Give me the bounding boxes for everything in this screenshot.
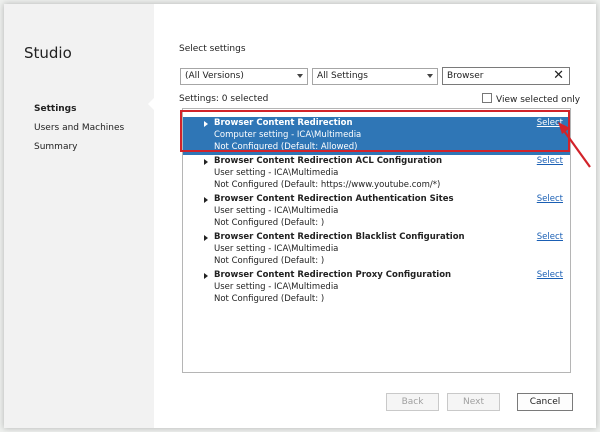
- setting-status: Not Configured (Default: https://www.you…: [214, 180, 441, 190]
- select-link[interactable]: Select: [537, 194, 563, 204]
- setting-status: Not Configured (Default: ): [214, 294, 325, 304]
- clear-icon[interactable]: ✕: [553, 68, 564, 83]
- version-dropdown-value: (All Versions): [185, 71, 244, 81]
- cancel-button[interactable]: Cancel: [517, 393, 573, 411]
- view-selected-checkbox[interactable]: [482, 93, 492, 103]
- setting-path: User setting - ICA\Multimedia: [214, 244, 339, 254]
- setting-name: Browser Content Redirection ACL Configur…: [214, 156, 443, 166]
- sidebar-item-users-and-machines[interactable]: Users and Machines: [34, 123, 124, 133]
- sidebar-item-settings[interactable]: Settings: [34, 104, 76, 114]
- setting-row[interactable]: Browser Content Redirection Proxy Config…: [183, 269, 570, 307]
- page-heading: Select settings: [179, 44, 246, 54]
- category-dropdown[interactable]: All Settings: [312, 68, 438, 85]
- setting-name: Browser Content Redirection Proxy Config…: [214, 270, 452, 280]
- expand-triangle-icon[interactable]: [204, 197, 208, 203]
- select-link[interactable]: Select: [537, 232, 563, 242]
- setting-path: User setting - ICA\Multimedia: [214, 206, 339, 216]
- app-title: Studio: [24, 44, 72, 62]
- setting-status: Not Configured (Default: ): [214, 256, 325, 266]
- sidebar: Studio Settings Users and Machines Summa…: [4, 4, 155, 428]
- setting-row[interactable]: Browser Content Redirection Authenticati…: [183, 193, 570, 231]
- annotation-highlight-box: [180, 110, 570, 152]
- search-input-value: Browser: [447, 71, 484, 81]
- chevron-down-icon: [427, 74, 433, 78]
- setting-name: Browser Content Redirection Blacklist Co…: [214, 232, 465, 242]
- main-panel: Select settings (All Versions) All Setti…: [154, 4, 596, 428]
- chevron-down-icon: [297, 74, 303, 78]
- setting-row[interactable]: Browser Content Redirection ACL Configur…: [183, 155, 570, 193]
- arrow-icon: [558, 122, 591, 168]
- setting-path: User setting - ICA\Multimedia: [214, 282, 339, 292]
- select-link[interactable]: Select: [537, 270, 563, 280]
- view-selected-only[interactable]: View selected only: [482, 93, 580, 105]
- setting-name: Browser Content Redirection Authenticati…: [214, 194, 454, 204]
- setting-row[interactable]: Browser Content Redirection Blacklist Co…: [183, 231, 570, 269]
- setting-status: Not Configured (Default: ): [214, 218, 325, 228]
- back-button[interactable]: Back: [386, 393, 439, 411]
- setting-path: User setting - ICA\Multimedia: [214, 168, 339, 178]
- category-dropdown-value: All Settings: [317, 71, 368, 81]
- view-selected-label: View selected only: [496, 95, 581, 105]
- search-input[interactable]: Browser ✕: [442, 67, 570, 85]
- expand-triangle-icon[interactable]: [204, 159, 208, 165]
- next-button[interactable]: Next: [447, 393, 500, 411]
- version-dropdown[interactable]: (All Versions): [180, 68, 308, 85]
- sidebar-item-summary[interactable]: Summary: [34, 142, 78, 152]
- expand-triangle-icon[interactable]: [204, 273, 208, 279]
- selected-count: Settings: 0 selected: [179, 94, 269, 104]
- studio-window: Studio Settings Users and Machines Summa…: [4, 4, 596, 428]
- expand-triangle-icon[interactable]: [204, 235, 208, 241]
